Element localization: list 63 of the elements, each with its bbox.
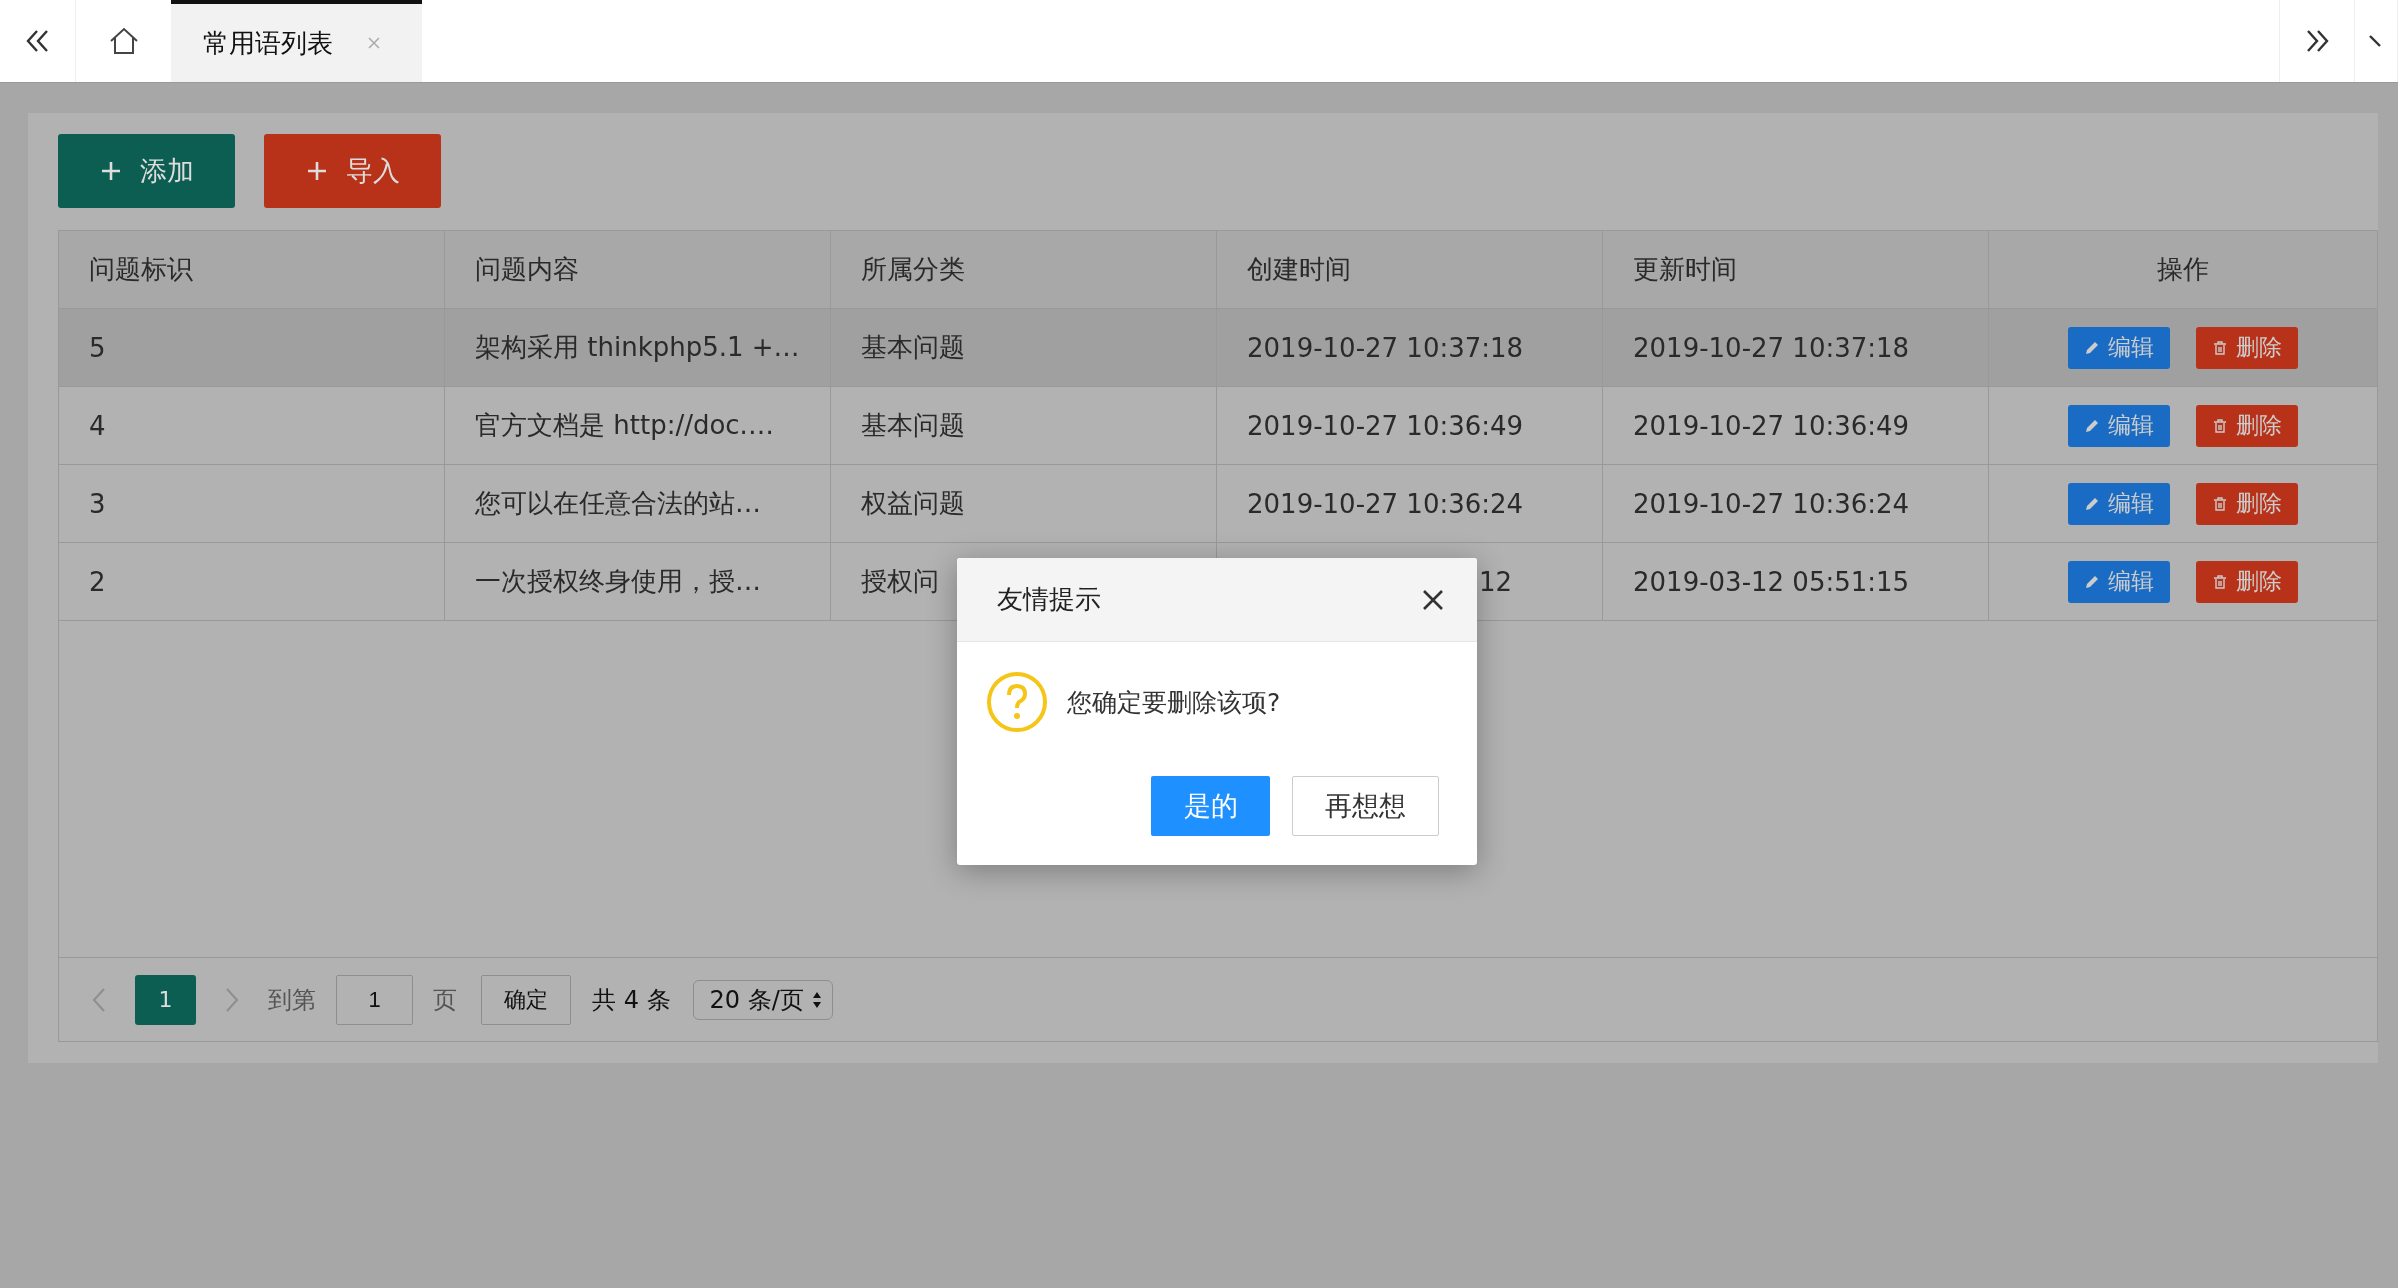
dialog-title: 友情提示	[997, 583, 1101, 616]
total-count: 共 4 条	[592, 984, 671, 1016]
close-icon[interactable]	[1421, 587, 1445, 612]
pencil-icon	[2084, 339, 2100, 356]
table-cell: 2019-10-27 10:36:24	[1217, 465, 1603, 542]
page-number-button[interactable]: 1	[135, 974, 196, 1025]
trash-icon	[2212, 339, 2228, 356]
cancel-button[interactable]: 再想想	[1292, 776, 1439, 836]
page-size-select[interactable]: 20 条/页	[692, 979, 833, 1020]
table-cell: 2019-10-27 10:37:18	[1217, 309, 1603, 386]
delete-button[interactable]: 删除	[2196, 560, 2298, 603]
page-tab[interactable]: 常用语列表	[171, 0, 422, 82]
table-row[interactable]: 3 您可以在任意合法的站… 权益问题 2019-10-27 10:36:24 2019-10-27 10:36:24 编辑 删除	[59, 465, 2377, 543]
edit-button[interactable]: 编辑	[2068, 482, 2170, 525]
trash-icon	[2212, 573, 2228, 590]
sort-arrows-icon	[811, 990, 822, 1009]
column-header: 操作	[2156, 253, 2210, 286]
pencil-icon	[2084, 495, 2100, 512]
delete-button[interactable]: 删除	[2196, 404, 2298, 447]
table-cell: 官方文档是 http://doc.…	[445, 387, 831, 464]
table-row[interactable]: 5 架构采用 thinkphp5.1 +… 基本问题 2019-10-27 10:37:18 2019-10-27 10:37:18 编辑 删除	[59, 309, 2377, 387]
trash-icon	[2212, 417, 2228, 434]
table-cell: 2019-10-27 10:36:49	[1217, 387, 1603, 464]
table-cell: 5	[59, 309, 445, 386]
plus-icon	[99, 160, 122, 182]
edit-button[interactable]: 编辑	[2068, 326, 2170, 369]
table-cell: 2019-03-12 05:51:15	[1603, 543, 1989, 620]
table-cell: 基本问题	[831, 309, 1217, 386]
table-cell: 基本问题	[831, 387, 1217, 464]
scroll-right-button[interactable]	[2279, 0, 2355, 82]
table-cell: 2	[59, 543, 445, 620]
table-cell: 架构采用 thinkphp5.1 +…	[445, 309, 831, 386]
column-header: 问题标识	[59, 231, 445, 308]
pencil-icon	[2084, 417, 2100, 434]
column-header: 创建时间	[1217, 231, 1603, 308]
confirm-button[interactable]: 是的	[1151, 776, 1270, 836]
column-header: 更新时间	[1603, 231, 1989, 308]
question-icon	[985, 670, 1049, 734]
table-cell: 2019-10-27 10:36:49	[1603, 387, 1989, 464]
trash-icon	[2212, 495, 2228, 512]
goto-label: 到第	[268, 984, 316, 1016]
table-cell: 2019-10-27 10:36:24	[1603, 465, 1989, 542]
edit-button[interactable]: 编辑	[2068, 560, 2170, 603]
edit-button[interactable]: 编辑	[2068, 404, 2170, 447]
table-cell: 权益问题	[831, 465, 1217, 542]
page-unit-label: 页	[433, 984, 457, 1016]
table-cell: 3	[59, 465, 445, 542]
add-button[interactable]: 添加	[58, 134, 235, 208]
plus-icon	[305, 160, 328, 182]
delete-button[interactable]: 删除	[2196, 326, 2298, 369]
page-input-field[interactable]: 1	[336, 974, 413, 1025]
table-cell: 2019-10-27 10:37:18	[1603, 309, 1989, 386]
dialog-message: 您确定要删除该项?	[1067, 686, 1281, 719]
delete-button[interactable]: 删除	[2196, 482, 2298, 525]
table-row[interactable]: 4 官方文档是 http://doc.… 基本问题 2019-10-27 10:36:49 2019-10-27 10:36:49 编辑 删除	[59, 387, 2377, 465]
import-button[interactable]: 导入	[264, 134, 441, 208]
table-cell: 4	[59, 387, 445, 464]
table-cell: 一次授权终身使用，授…	[445, 543, 831, 620]
table-cell: 您可以在任意合法的站…	[445, 465, 831, 542]
column-header: 所属分类	[831, 231, 1217, 308]
pencil-icon	[2084, 573, 2100, 590]
column-header: 问题内容	[445, 231, 831, 308]
confirm-button[interactable]: 确定	[481, 974, 571, 1025]
